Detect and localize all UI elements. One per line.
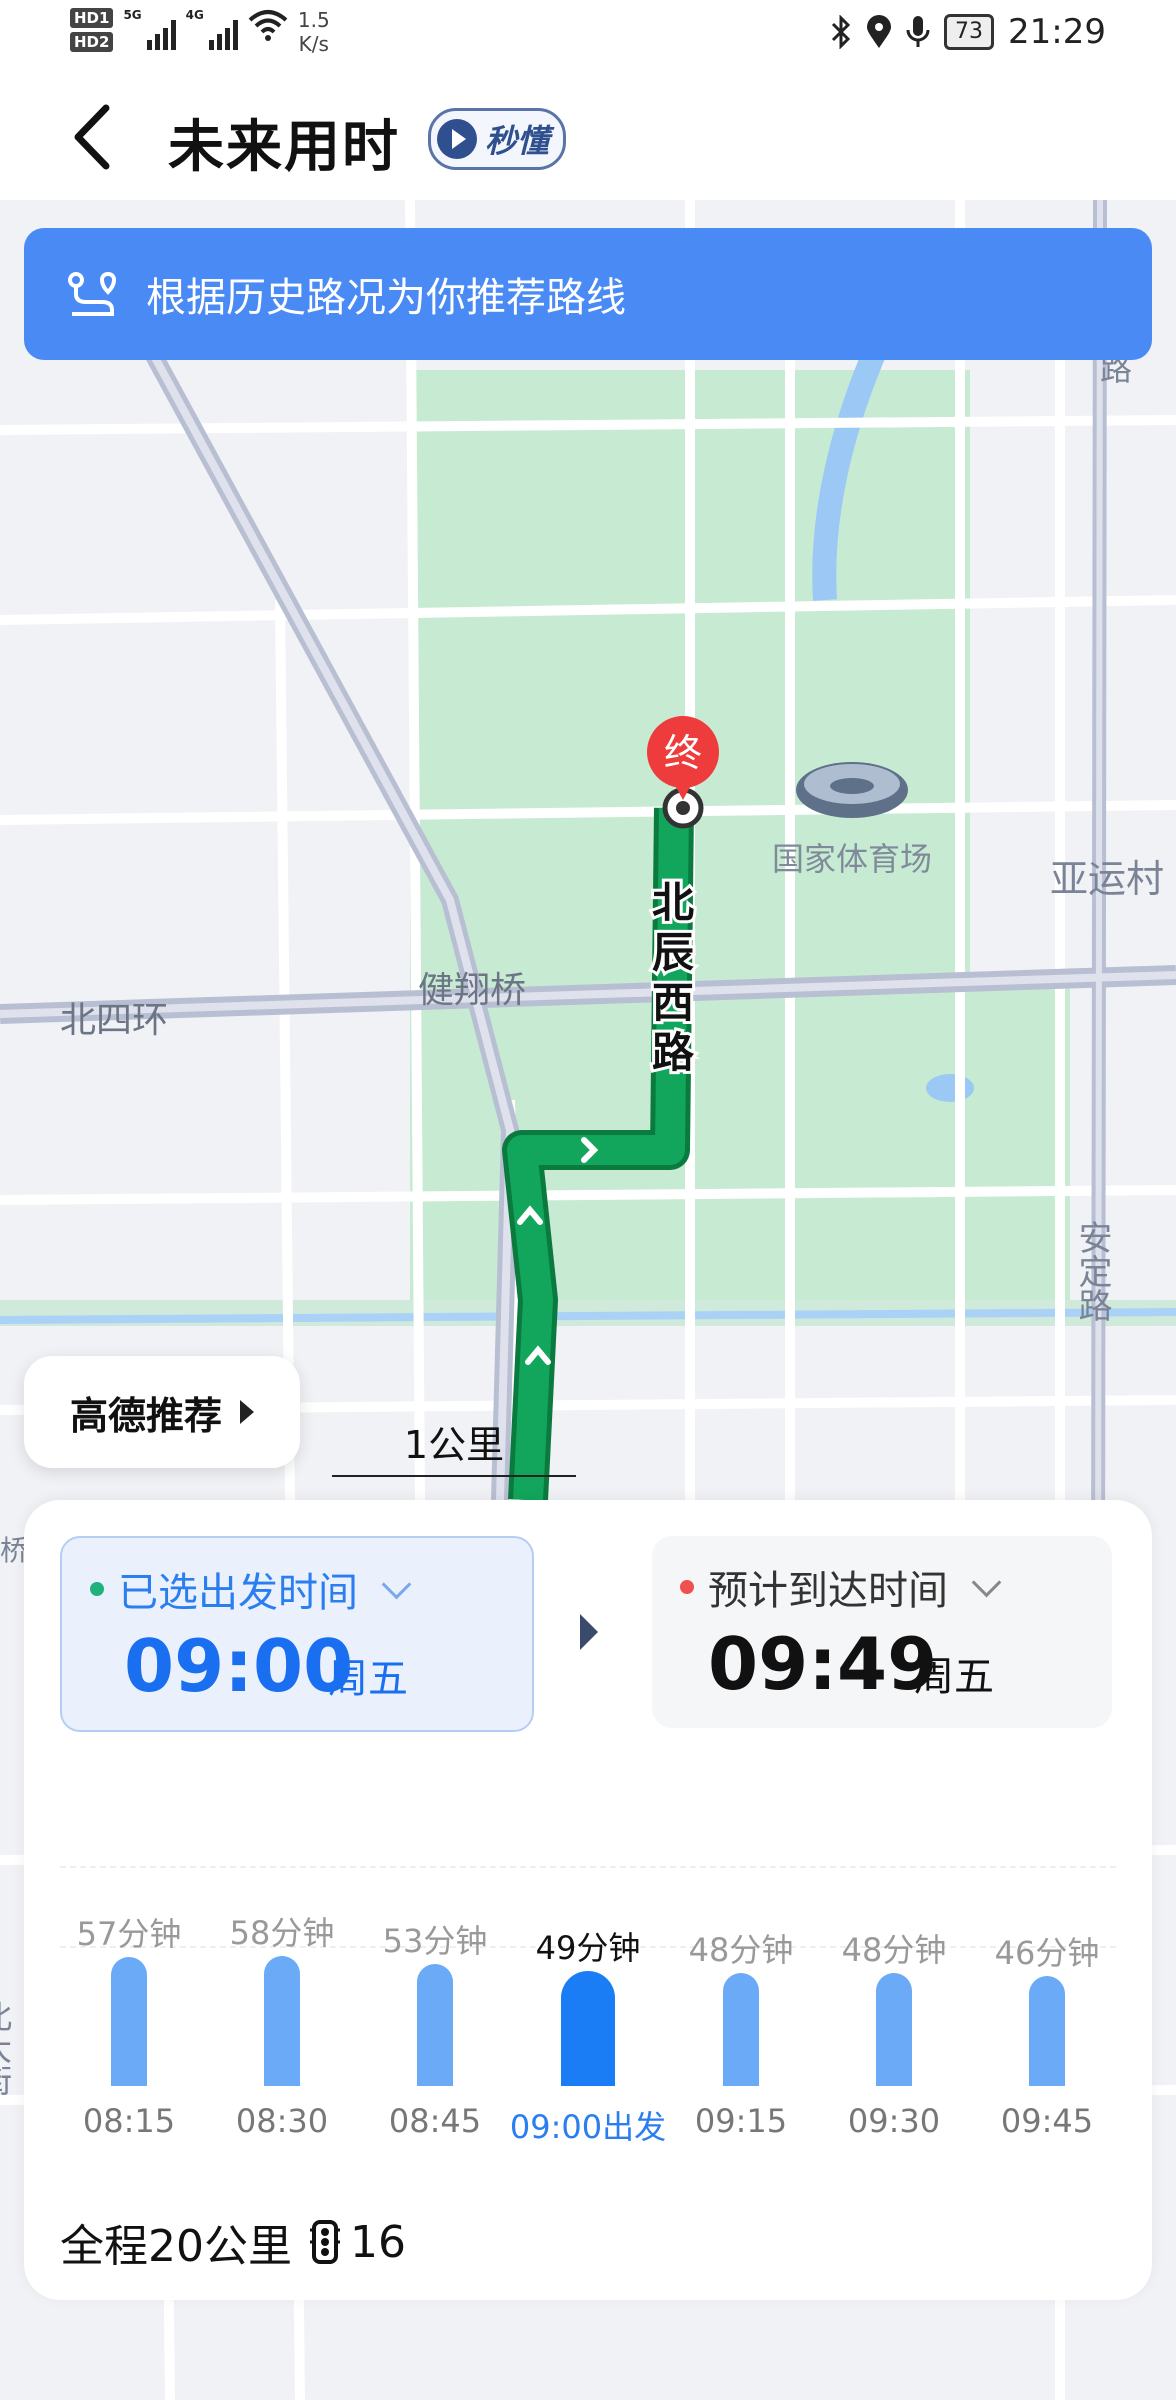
park-area-east bbox=[690, 980, 1070, 1300]
chevron-down-icon bbox=[971, 1567, 1002, 1597]
location-icon bbox=[867, 15, 892, 48]
travel-time-chart: 57分钟 08:15 58分钟 08:30 53分钟 08:45 49分钟 09:00出发 48… bbox=[24, 1850, 1152, 2190]
chevron-down-icon bbox=[381, 1569, 412, 1599]
scale-label: 1公里 bbox=[403, 1423, 505, 1467]
badge-label: 秒懂 bbox=[485, 122, 550, 160]
recommend-label: 高德推荐 bbox=[69, 1393, 222, 1438]
chart-value-label: 58分钟 bbox=[229, 1914, 335, 1952]
wifi-icon bbox=[248, 10, 288, 41]
traffic-light-count: 16 bbox=[350, 2216, 406, 2268]
departure-day: 周五 bbox=[328, 1656, 408, 1702]
route-summary: 全程20公里 16 bbox=[60, 2210, 406, 2274]
chart-bar[interactable] bbox=[1029, 1976, 1065, 2086]
chart-bar[interactable] bbox=[264, 1956, 300, 2086]
chart-value-label: 57分钟 bbox=[76, 1915, 182, 1953]
signal-4g-icon: 4G bbox=[186, 8, 238, 50]
time-panel: 已选出发时间 09:00 周五 预计到达时间 09:49 周五 57分钟 08:1… bbox=[24, 1500, 1152, 2300]
edge-label-left: 北大街 bbox=[0, 2000, 13, 2096]
ring-road-label: 北四环 bbox=[60, 1000, 168, 1041]
arrival-label: 预计到达时间 bbox=[708, 1568, 948, 1614]
play-icon bbox=[437, 119, 477, 159]
arrival-dot bbox=[680, 1580, 694, 1594]
bluetooth-icon bbox=[831, 15, 851, 49]
route-pin-icon bbox=[68, 271, 116, 316]
amap-recommend-button[interactable]: 高德推荐 bbox=[24, 1356, 300, 1468]
speed-unit: K/s bbox=[298, 32, 329, 56]
battery-icon: 73 bbox=[944, 14, 995, 50]
chart-bar[interactable] bbox=[876, 1973, 912, 2086]
top-bar: 未来用时 秒懂 bbox=[0, 72, 1176, 200]
net2-label: 4G bbox=[185, 8, 204, 22]
chart-tick-label[interactable]: 09:00出发 bbox=[503, 2102, 673, 2148]
chart-value-label: 53分钟 bbox=[382, 1922, 488, 1960]
scale-bar bbox=[332, 1475, 576, 1477]
microphone-icon bbox=[906, 16, 930, 47]
hd1-badge: HD1 bbox=[70, 8, 114, 28]
chart-bar[interactable] bbox=[111, 1957, 147, 2086]
net-speed: 1.5 K/s bbox=[298, 8, 330, 56]
caret-right-icon bbox=[240, 1400, 254, 1424]
speed-value: 1.5 bbox=[297, 8, 330, 32]
anding-road-label: 安定路 bbox=[1072, 1220, 1112, 1322]
departure-label: 已选出发时间 bbox=[118, 1570, 358, 1616]
arrival-day: 周五 bbox=[914, 1654, 994, 1700]
bridge-label: 健翔桥 bbox=[418, 970, 526, 1011]
arrow-right-icon bbox=[580, 1614, 598, 1650]
traffic-light-icon bbox=[310, 2220, 340, 2264]
arrival-time-selector[interactable]: 预计到达时间 09:49 周五 bbox=[652, 1536, 1112, 1728]
chart-tick-label[interactable]: 09:15 bbox=[656, 2102, 826, 2140]
signal-5g-icon: 5G bbox=[123, 8, 176, 50]
chart-tick-label[interactable]: 08:45 bbox=[350, 2102, 520, 2140]
chart-bar[interactable] bbox=[561, 1971, 615, 2086]
chart-value-label: 49分钟 bbox=[535, 1929, 641, 1967]
chart-value-label: 46分钟 bbox=[994, 1934, 1100, 1972]
status-bar: HD1 HD2 5G 4G 1.5 K/s 73 21:29 bbox=[0, 0, 1176, 72]
departure-time: 09:00 bbox=[124, 1624, 354, 1708]
beichen-road-label: 北辰西路 bbox=[646, 880, 695, 1080]
banner-text: 根据历史路况为你推荐路线 bbox=[146, 275, 626, 321]
net1-label: 5G bbox=[123, 8, 142, 22]
chart-tick-label[interactable]: 09:30 bbox=[809, 2102, 979, 2140]
hd-indicators: HD1 HD2 bbox=[70, 8, 114, 52]
end-marker-label: 终 bbox=[664, 731, 702, 775]
chart-bar[interactable] bbox=[723, 1973, 759, 2086]
chart-tick-label[interactable]: 08:15 bbox=[44, 2102, 214, 2140]
chart-value-label: 48分钟 bbox=[841, 1931, 947, 1969]
stadium-label: 国家体育场 bbox=[772, 840, 932, 878]
quick-explain-badge[interactable]: 秒懂 bbox=[428, 108, 567, 170]
clock: 21:29 bbox=[1008, 12, 1106, 52]
back-arrow-icon[interactable] bbox=[64, 102, 124, 172]
departure-time-selector[interactable]: 已选出发时间 09:00 周五 bbox=[60, 1536, 534, 1732]
arrival-time: 09:49 bbox=[708, 1622, 938, 1706]
chart-tick-label[interactable]: 09:45 bbox=[962, 2102, 1132, 2140]
chart-bar[interactable] bbox=[417, 1964, 453, 2086]
total-distance: 全程20公里 bbox=[60, 2221, 292, 2272]
yayuncun-label: 亚运村 bbox=[1050, 857, 1164, 901]
hd2-badge: HD2 bbox=[70, 32, 114, 52]
departure-dot bbox=[90, 1582, 104, 1596]
chart-tick-label[interactable]: 08:30 bbox=[197, 2102, 367, 2140]
page-title: 未来用时 bbox=[168, 115, 400, 180]
stadium-icon bbox=[796, 762, 908, 818]
chart-value-label: 48分钟 bbox=[688, 1931, 794, 1969]
chart-gridline bbox=[60, 1866, 1116, 1868]
map-scale: 1公里 bbox=[332, 1414, 576, 1477]
lake bbox=[926, 1074, 974, 1102]
history-recommend-banner: 根据历史路况为你推荐路线 bbox=[24, 228, 1152, 360]
